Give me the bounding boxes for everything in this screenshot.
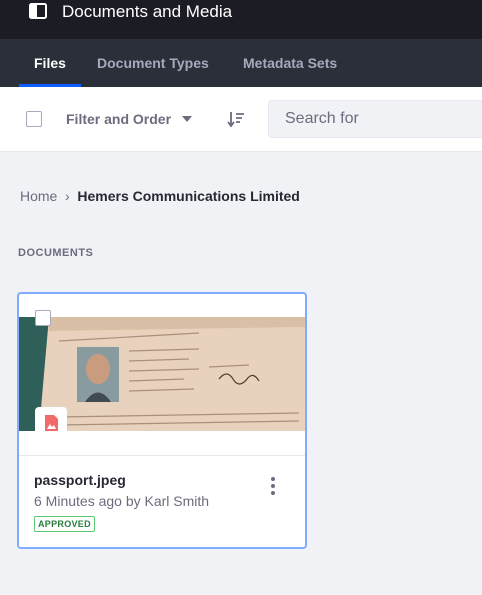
tab-files[interactable]: Files xyxy=(19,39,81,87)
card-checkbox[interactable] xyxy=(35,310,51,326)
document-title[interactable]: passport.jpeg xyxy=(34,472,126,488)
caret-down-icon[interactable] xyxy=(181,115,193,123)
app-header: Documents and Media xyxy=(0,0,482,39)
section-title-documents: DOCUMENTS xyxy=(18,247,94,259)
tab-metadata-sets[interactable]: Metadata Sets xyxy=(243,39,337,87)
product-menu-icon[interactable] xyxy=(29,3,47,19)
filter-and-order-button[interactable]: Filter and Order xyxy=(66,107,171,131)
chevron-right-icon: › xyxy=(65,188,70,204)
card-divider xyxy=(19,455,305,456)
breadcrumb: Home › Hemers Communications Limited xyxy=(20,187,300,205)
status-badge: APPROVED xyxy=(34,516,95,532)
document-image-icon xyxy=(45,415,58,431)
management-toolbar: Filter and Order xyxy=(0,87,482,152)
document-card[interactable]: passport.jpeg 6 Minutes ago by Karl Smit… xyxy=(17,292,307,549)
select-all-checkbox[interactable] xyxy=(26,111,42,127)
file-type-sticker xyxy=(35,407,67,439)
ellipsis-vertical-icon[interactable] xyxy=(265,474,281,498)
document-subtitle: 6 Minutes ago by Karl Smith xyxy=(34,493,210,509)
nav-tabs: Files Document Types Metadata Sets xyxy=(0,39,482,87)
order-arrow-icon[interactable] xyxy=(227,110,245,128)
tab-document-types[interactable]: Document Types xyxy=(97,39,209,87)
breadcrumb-current: Hemers Communications Limited xyxy=(77,188,300,204)
search-input[interactable] xyxy=(268,100,482,138)
breadcrumb-home[interactable]: Home xyxy=(20,188,57,204)
app-title: Documents and Media xyxy=(62,2,233,21)
